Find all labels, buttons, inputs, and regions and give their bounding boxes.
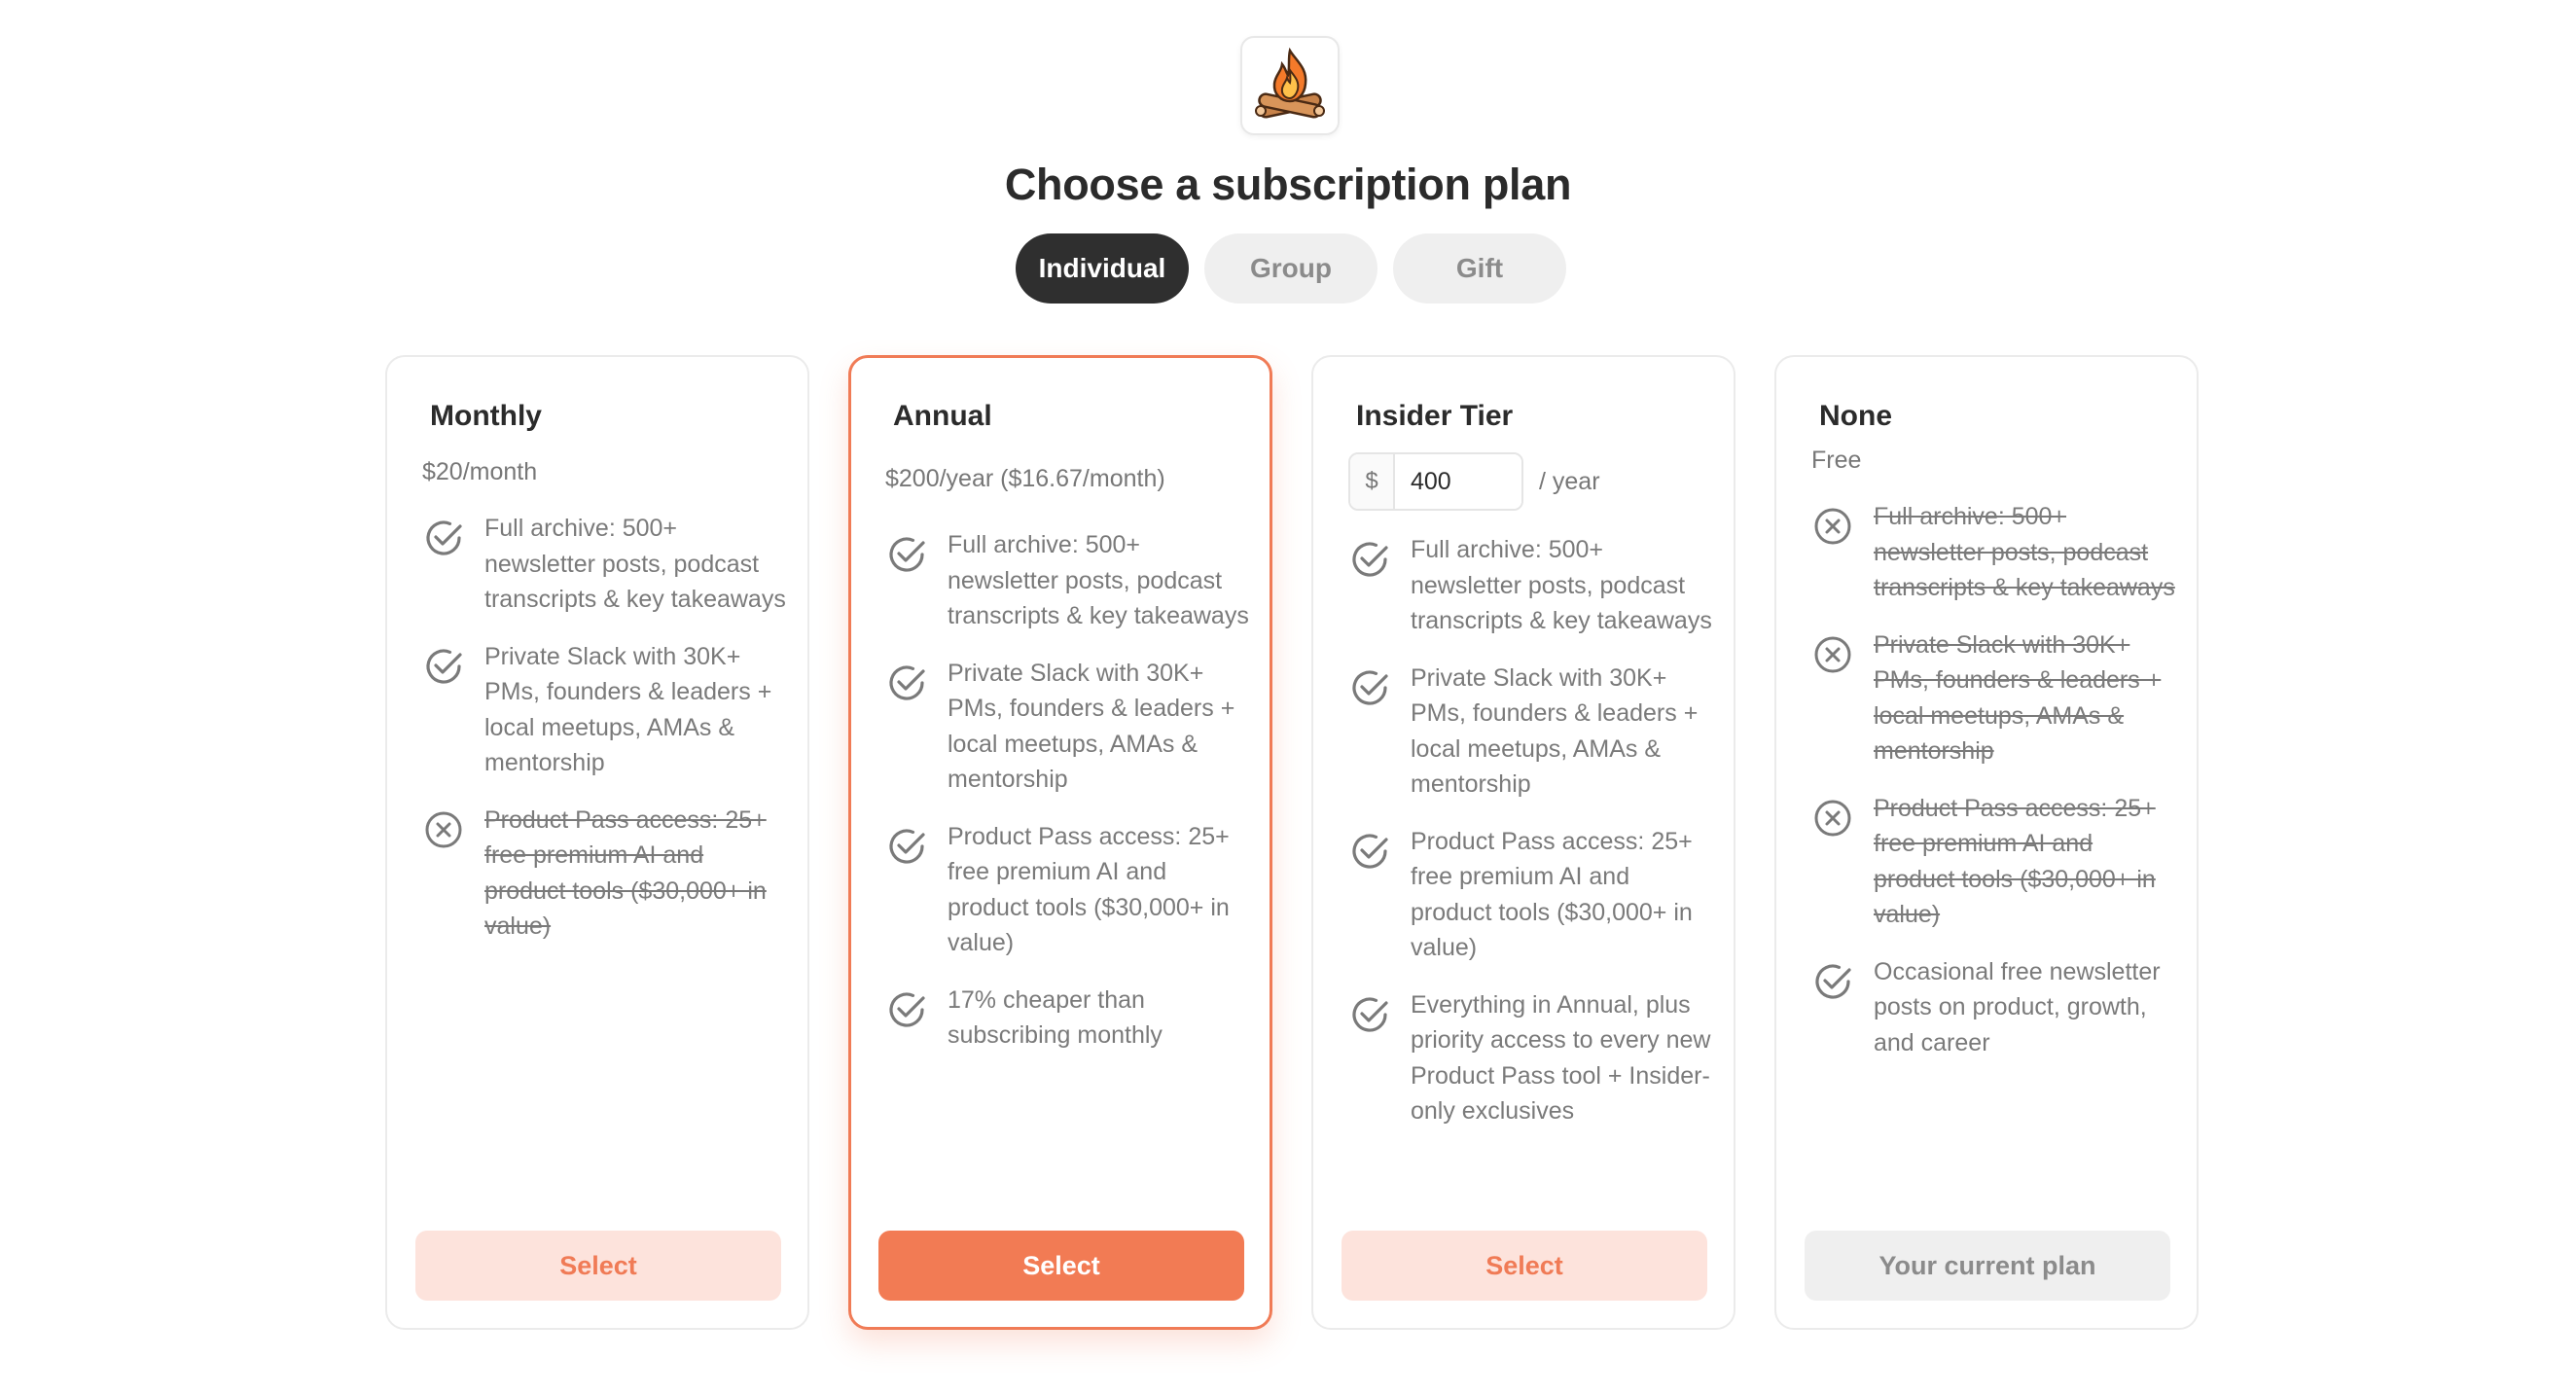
tab-individual[interactable]: Individual (1016, 233, 1189, 304)
feature-item: 17% cheaper than subscribing monthly (885, 983, 1250, 1054)
feature-text: Product Pass access: 25+ free premium AI… (1874, 794, 2156, 929)
select-annual-button[interactable]: Select (878, 1231, 1244, 1301)
x-circle-icon (422, 808, 465, 851)
feature-item: Full archive: 500+ newsletter posts, pod… (885, 527, 1250, 634)
campfire-icon (1240, 36, 1340, 135)
x-circle-icon (1811, 505, 1854, 548)
feature-list: Full archive: 500+ newsletter posts, pod… (1348, 532, 1714, 1151)
plan-title: None (1819, 400, 1892, 432)
price-period: / year (1539, 467, 1600, 495)
plan-card-annual: Annual $200/year ($16.67/month) Full arc… (848, 355, 1272, 1330)
check-circle-icon (1348, 538, 1391, 581)
plan-title: Annual (893, 400, 992, 432)
feature-text: Full archive: 500+ newsletter posts, pod… (948, 531, 1249, 629)
feature-item: Everything in Annual, plus priority acce… (1348, 987, 1714, 1129)
currency-symbol: $ (1350, 454, 1395, 509)
plan-price: $200/year ($16.67/month) (885, 465, 1165, 492)
feature-text: 17% cheaper than subscribing monthly (948, 985, 1163, 1050)
feature-text: Full archive: 500+ newsletter posts, pod… (1411, 536, 1712, 634)
feature-text: Product Pass access: 25+ free premium AI… (1411, 827, 1693, 962)
plan-title: Insider Tier (1356, 400, 1514, 432)
check-circle-icon (422, 645, 465, 688)
plan-price: Free (1811, 447, 1862, 474)
feature-text: Full archive: 500+ newsletter posts, pod… (1874, 503, 2175, 601)
page-title: Choose a subscription plan (1004, 160, 1572, 209)
check-circle-icon (885, 662, 928, 704)
feature-item: Product Pass access: 25+ free premium AI… (1348, 824, 1714, 966)
feature-item: Private Slack with 30K+ PMs, founders & … (885, 656, 1250, 798)
plan-title: Monthly (430, 400, 542, 432)
campfire-logo-svg (1255, 47, 1325, 119)
feature-text: Everything in Annual, plus priority acce… (1411, 990, 1711, 1126)
plan-card-insider: Insider Tier $ / year Full archive: 500+… (1311, 355, 1735, 1330)
custom-price-field: $ / year (1348, 452, 1600, 511)
feature-text: Product Pass access: 25+ free premium AI… (484, 805, 767, 941)
tab-gift[interactable]: Gift (1393, 233, 1566, 304)
feature-item: Product Pass access: 25+ free premium AI… (1811, 791, 2177, 933)
feature-item: Product Pass access: 25+ free premium AI… (422, 803, 788, 945)
check-circle-icon (1811, 960, 1854, 1003)
feature-text: Private Slack with 30K+ PMs, founders & … (1874, 630, 2162, 766)
feature-text: Private Slack with 30K+ PMs, founders & … (948, 659, 1235, 794)
feature-item: Occasional free newsletter posts on prod… (1811, 954, 2177, 1061)
feature-item: Private Slack with 30K+ PMs, founders & … (1348, 661, 1714, 803)
feature-item: Private Slack with 30K+ PMs, founders & … (422, 639, 788, 781)
check-circle-icon (1348, 993, 1391, 1036)
feature-text: Occasional free newsletter posts on prod… (1874, 957, 2161, 1056)
check-circle-icon (1348, 830, 1391, 873)
feature-item: Full archive: 500+ newsletter posts, pod… (1348, 532, 1714, 639)
plan-card-monthly: Monthly $20/month Full archive: 500+ new… (385, 355, 809, 1330)
price-input-box: $ (1348, 452, 1523, 511)
current-plan-button[interactable]: Your current plan (1805, 1231, 2170, 1301)
feature-text: Product Pass access: 25+ free premium AI… (948, 822, 1230, 957)
plan-price: $20/month (422, 458, 538, 485)
x-circle-icon (1811, 797, 1854, 840)
select-insider-button[interactable]: Select (1342, 1231, 1707, 1301)
insider-amount-input[interactable] (1395, 454, 1521, 509)
check-circle-icon (885, 533, 928, 576)
plan-card-none: None Free Full archive: 500+ newsletter … (1774, 355, 2199, 1330)
subscription-page: Choose a subscription plan Individual Gr… (0, 0, 2576, 1395)
check-circle-icon (885, 825, 928, 868)
feature-text: Private Slack with 30K+ PMs, founders & … (1411, 663, 1699, 799)
feature-list: Full archive: 500+ newsletter posts, pod… (422, 511, 788, 966)
feature-text: Full archive: 500+ newsletter posts, pod… (484, 515, 786, 613)
feature-list: Full archive: 500+ newsletter posts, pod… (1811, 499, 2177, 1082)
check-circle-icon (422, 517, 465, 559)
feature-item: Product Pass access: 25+ free premium AI… (885, 819, 1250, 961)
check-circle-icon (885, 988, 928, 1031)
check-circle-icon (1348, 666, 1391, 709)
tab-group[interactable]: Group (1204, 233, 1377, 304)
plan-type-tabs: Individual Group Gift (1016, 233, 1566, 304)
feature-item: Full archive: 500+ newsletter posts, pod… (1811, 499, 2177, 606)
feature-list: Full archive: 500+ newsletter posts, pod… (885, 527, 1250, 1075)
select-monthly-button[interactable]: Select (415, 1231, 781, 1301)
feature-item: Full archive: 500+ newsletter posts, pod… (422, 511, 788, 618)
x-circle-icon (1811, 633, 1854, 676)
feature-text: Private Slack with 30K+ PMs, founders & … (484, 642, 772, 777)
feature-item: Private Slack with 30K+ PMs, founders & … (1811, 627, 2177, 769)
